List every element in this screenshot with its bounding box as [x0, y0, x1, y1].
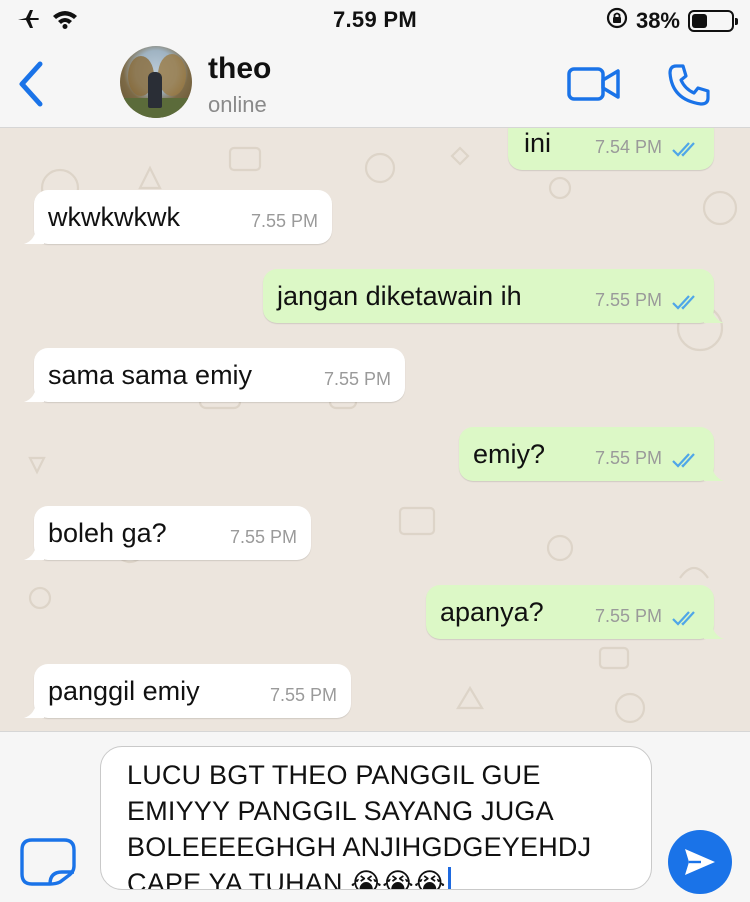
message-incoming[interactable]: boleh ga? 7.55 PM [24, 506, 311, 560]
chat-header: theo online [0, 40, 750, 128]
rotation-lock-icon [606, 7, 628, 34]
send-arrow-icon [685, 849, 715, 875]
battery-icon [688, 9, 738, 32]
message-input-line: EMIYYY PANGGIL SAYANG JUGA [127, 796, 554, 826]
battery-percentage: 38% [635, 7, 680, 33]
message-list[interactable]: ini 7.54 PM wkwkwkwk 7.55 PM jangan dike… [0, 128, 750, 731]
message-input-line: CAPE YA TUHAN 😭😭😭 [127, 868, 446, 890]
back-button[interactable] [14, 60, 48, 108]
message-input-line: BOLEEEEGHGH ANJIHGDGEYEHDJ [127, 832, 592, 862]
message-input-line: LUCU BGT THEO PANGGIL GUE [127, 760, 541, 790]
read-receipt-icon [672, 295, 695, 310]
sticker-button[interactable] [20, 836, 78, 888]
message-outgoing[interactable]: ini 7.54 PM [508, 128, 714, 170]
message-incoming[interactable]: panggil emiy 7.55 PM [24, 664, 351, 718]
phone-icon [668, 64, 710, 106]
contact-status: online [208, 92, 267, 117]
message-incoming[interactable]: wkwkwkwk 7.55 PM [24, 190, 332, 244]
video-call-button[interactable] [566, 64, 622, 104]
avatar[interactable] [120, 46, 192, 118]
voice-call-button[interactable] [666, 62, 712, 108]
sticker-icon [20, 838, 76, 886]
contact-name[interactable]: theo [208, 52, 271, 86]
video-camera-icon [567, 67, 620, 101]
send-button[interactable] [668, 830, 732, 894]
message-input[interactable]: LUCU BGT THEO PANGGIL GUE EMIYYY PANGGIL… [100, 746, 652, 890]
read-receipt-icon [672, 142, 695, 157]
text-cursor [447, 867, 451, 889]
status-bar: 7.59 PM 38% [0, 0, 750, 40]
read-receipt-icon [672, 453, 695, 468]
chevron-left-icon [19, 61, 43, 107]
message-outgoing[interactable]: jangan diketawain ih 7.55 PM [263, 269, 724, 323]
message-outgoing[interactable]: emiy? 7.55 PM [459, 427, 724, 481]
message-incoming[interactable]: sama sama emiy 7.55 PM [24, 348, 405, 402]
composer-bar: LUCU BGT THEO PANGGIL GUE EMIYYY PANGGIL… [0, 731, 750, 902]
message-outgoing[interactable]: apanya? 7.55 PM [426, 585, 724, 639]
read-receipt-icon [672, 611, 695, 626]
